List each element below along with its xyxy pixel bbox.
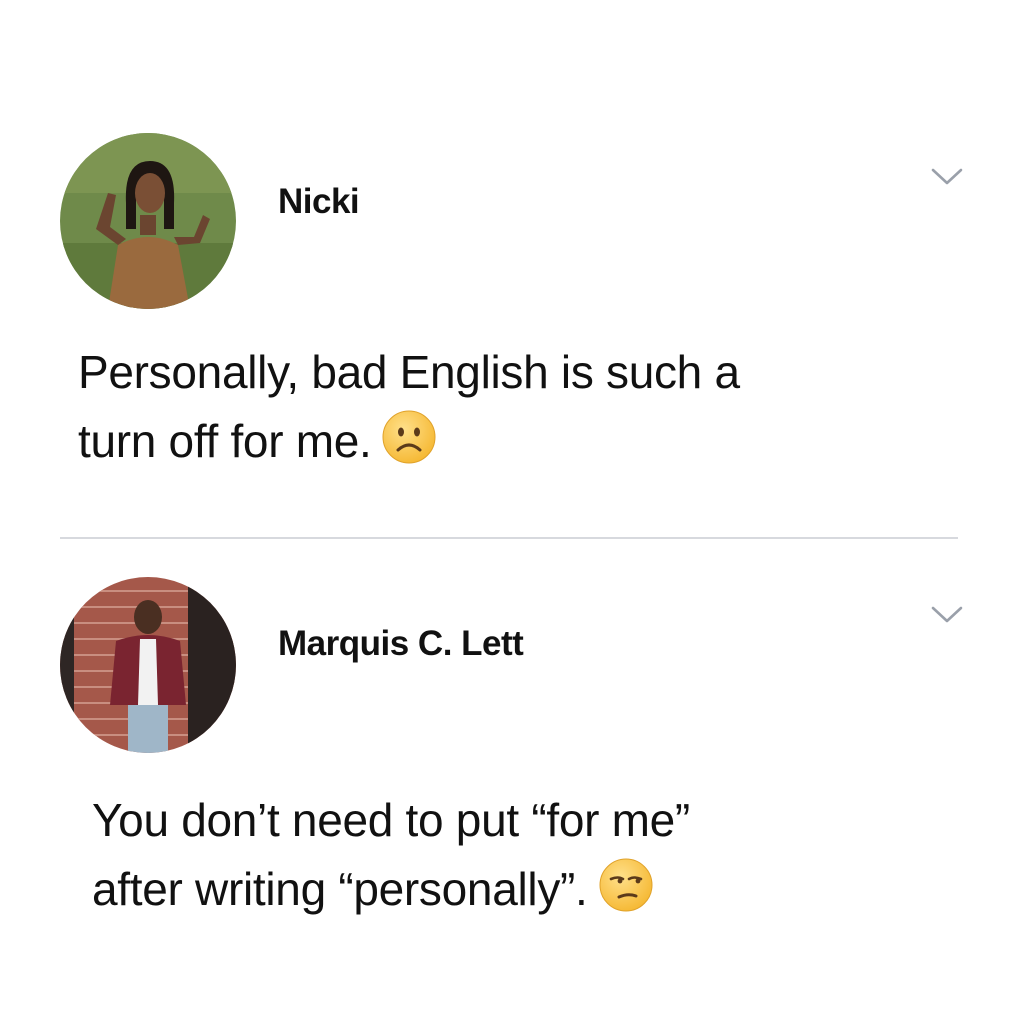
post-text-line: You don’t need to put “for me” — [92, 794, 690, 846]
post-text-line: turn off for me. — [78, 415, 372, 467]
post-text: Personally, bad English is such a turn o… — [78, 338, 978, 476]
post-marquis: Marquis C. Lett You don’t need to put “f… — [0, 540, 1024, 1012]
post-divider — [60, 537, 958, 539]
profile-photo-icon — [60, 133, 236, 309]
unamused-face-emoji-icon — [598, 857, 654, 913]
author-name[interactable]: Marquis C. Lett — [278, 624, 524, 664]
post-text-line: Personally, bad English is such a — [78, 346, 740, 398]
author-name[interactable]: Nicki — [278, 182, 360, 222]
post-text-line: after writing “personally”. — [92, 863, 588, 915]
frowning-face-emoji-icon — [381, 409, 437, 465]
post-text-line-with-emoji: turn off for me. — [78, 407, 978, 476]
post-nicki: Nicki Personally, bad English is such a … — [0, 0, 1024, 538]
post-text: You don’t need to put “for me” after wri… — [92, 786, 972, 924]
avatar[interactable] — [60, 133, 236, 309]
avatar[interactable] — [60, 577, 236, 753]
post-text-line-with-emoji: after writing “personally”. — [92, 855, 972, 924]
chevron-down-icon[interactable] — [930, 604, 964, 626]
feed: Nicki Personally, bad English is such a … — [0, 0, 1024, 1012]
chevron-down-icon[interactable] — [930, 166, 964, 188]
profile-photo-icon — [60, 577, 236, 753]
